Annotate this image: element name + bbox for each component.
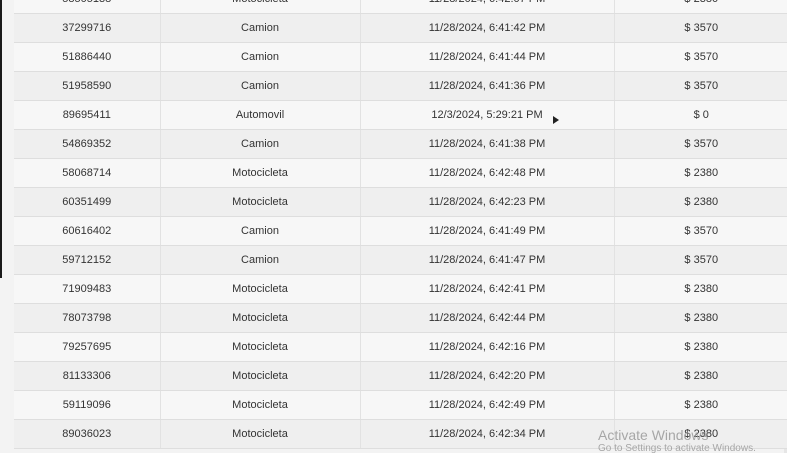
ticket-id-cell: 58505138 — [14, 0, 161, 14]
table-row[interactable]: 58505138Motocicleta11/28/2024, 6:42:07 P… — [14, 0, 787, 14]
vehicle-type-cell: Motocicleta — [160, 419, 361, 449]
table-row[interactable]: 60616402 Camion 11/28/2024, 6:41:49 PM $ 35… — [14, 216, 787, 246]
amount-cell: $ 0 — [614, 100, 787, 130]
table-row[interactable]: 59712152 Camion 11/28/2024, 6:41:47 PM $ 35… — [14, 245, 787, 275]
table-row[interactable]: 79257695 Motocicleta 11/28/2024, 6:42:16 P… — [14, 332, 787, 362]
vehicle-type-cell: Automovil — [160, 100, 361, 130]
tickets-table-body: 58505138Motocicleta11/28/2024, 6:42:07 P… — [14, 0, 787, 449]
entry-time-cell: 11/28/2024, 6:41:49 PM — [360, 216, 615, 246]
amount-cell: $ 2380 — [614, 0, 787, 14]
ticket-id-cell: 89036023 — [14, 419, 161, 449]
amount-cell: $ 2380 — [614, 361, 787, 391]
table-row[interactable]: 78073798 Motocicleta 11/28/2024, 6:42:44 P… — [14, 303, 787, 333]
ticket-id-cell: 54869352 — [14, 129, 161, 159]
ticket-id-cell: 51886440 — [14, 42, 161, 72]
vehicle-type-cell: Motocicleta — [160, 274, 361, 304]
amount-cell: $ 2380 — [614, 158, 787, 188]
entry-time-cell: 11/28/2024, 6:42:34 PM — [360, 419, 615, 449]
table-row[interactable]: 51958590 Camion 11/28/2024, 6:41:36 PM $ 35… — [14, 71, 787, 101]
amount-cell: $ 2380 — [614, 419, 787, 449]
vehicle-type-cell: Camion — [160, 71, 361, 101]
amount-cell: $ 2380 — [614, 274, 787, 304]
entry-time-cell: 11/28/2024, 6:42:49 PM — [360, 390, 615, 420]
vehicle-type-cell: Motocicleta — [160, 158, 361, 188]
ticket-id-cell: 89695411 — [14, 100, 161, 130]
vehicle-type-cell: Camion — [160, 13, 361, 43]
table-row[interactable]: 89695411 Automovil 12/3/2024, 5:29:21 PM $ … — [14, 100, 787, 130]
table-row[interactable]: 37299716 Camion 11/28/2024, 6:41:42 PM $ 35… — [14, 13, 787, 43]
vehicle-type-cell: Camion — [160, 245, 361, 275]
table-row[interactable]: 54869352 Camion 11/28/2024, 6:41:38 PM $ 35… — [14, 129, 787, 159]
left-window-edge — [0, 0, 2, 278]
entry-time-cell: 11/28/2024, 6:42:48 PM — [360, 158, 615, 188]
ticket-id-cell: 58068714 — [14, 158, 161, 188]
table-row[interactable]: 60351499 Motocicleta 11/28/2024, 6:42:23 P… — [14, 187, 787, 217]
vehicle-type-cell: Motocicleta — [160, 303, 361, 333]
entry-time-cell: 11/28/2024, 6:42:44 PM — [360, 303, 615, 333]
vehicle-type-cell: Camion — [160, 216, 361, 246]
amount-cell: $ 2380 — [614, 303, 787, 333]
ticket-id-cell: 78073798 — [14, 303, 161, 333]
ticket-id-cell: 81133306 — [14, 361, 161, 391]
table-row[interactable]: 81133306 Motocicleta 11/28/2024, 6:42:20 P… — [14, 361, 787, 391]
entry-time-cell: 12/3/2024, 5:29:21 PM — [360, 100, 615, 130]
entry-time-cell: 11/28/2024, 6:42:07 PM — [360, 0, 615, 14]
ticket-id-cell: 71909483 — [14, 274, 161, 304]
entry-time-cell: 11/28/2024, 6:42:41 PM — [360, 274, 615, 304]
entry-time-cell: 11/28/2024, 6:41:47 PM — [360, 245, 615, 275]
vehicle-type-cell: Motocicleta — [160, 361, 361, 391]
table-row[interactable]: 71909483 Motocicleta 11/28/2024, 6:42:41 P… — [14, 274, 787, 304]
table-row[interactable]: 89036023 Motocicleta 11/28/2024, 6:42:34 P… — [14, 419, 787, 449]
mouse-pointer-icon — [553, 116, 559, 124]
ticket-id-cell: 60351499 — [14, 187, 161, 217]
entry-time-cell: 11/28/2024, 6:42:20 PM — [360, 361, 615, 391]
amount-cell: $ 3570 — [614, 71, 787, 101]
vehicle-type-cell: Motocicleta — [160, 332, 361, 362]
amount-cell: $ 2380 — [614, 332, 787, 362]
amount-cell: $ 3570 — [614, 13, 787, 43]
ticket-id-cell: 59119096 — [14, 390, 161, 420]
table-row[interactable]: 59119096 Motocicleta 11/28/2024, 6:42:49 P… — [14, 390, 787, 420]
vehicle-type-cell: Camion — [160, 129, 361, 159]
ticket-id-cell: 37299716 — [14, 13, 161, 43]
vehicle-type-cell: Motocicleta — [160, 390, 361, 420]
amount-cell: $ 3570 — [614, 245, 787, 275]
entry-time-cell: 11/28/2024, 6:41:42 PM — [360, 13, 615, 43]
amount-cell: $ 2380 — [614, 390, 787, 420]
ticket-id-cell: 59712152 — [14, 245, 161, 275]
ticket-id-cell: 79257695 — [14, 332, 161, 362]
table-row[interactable]: 51886440 Camion 11/28/2024, 6:41:44 PM $ 35… — [14, 42, 787, 72]
ticket-id-cell: 60616402 — [14, 216, 161, 246]
amount-cell: $ 3570 — [614, 42, 787, 72]
entry-time-cell: 11/28/2024, 6:41:38 PM — [360, 129, 615, 159]
table-row[interactable]: 58068714 Motocicleta 11/28/2024, 6:42:48 P… — [14, 158, 787, 188]
ticket-id-cell: 51958590 — [14, 71, 161, 101]
vehicle-type-cell: Camion — [160, 42, 361, 72]
entry-time-cell: 11/28/2024, 6:41:44 PM — [360, 42, 615, 72]
vehicle-type-cell: Motocicleta — [160, 187, 361, 217]
amount-cell: $ 2380 — [614, 187, 787, 217]
amount-cell: $ 3570 — [614, 216, 787, 246]
entry-time-cell: 11/28/2024, 6:42:23 PM — [360, 187, 615, 217]
vehicle-type-cell: Motocicleta — [160, 0, 361, 14]
app-window: 58505138Motocicleta11/28/2024, 6:42:07 P… — [0, 0, 787, 453]
entry-time-cell: 11/28/2024, 6:41:36 PM — [360, 71, 615, 101]
amount-cell: $ 3570 — [614, 129, 787, 159]
entry-time-cell: 11/28/2024, 6:42:16 PM — [360, 332, 615, 362]
tickets-table: 58505138Motocicleta11/28/2024, 6:42:07 P… — [14, 0, 787, 449]
